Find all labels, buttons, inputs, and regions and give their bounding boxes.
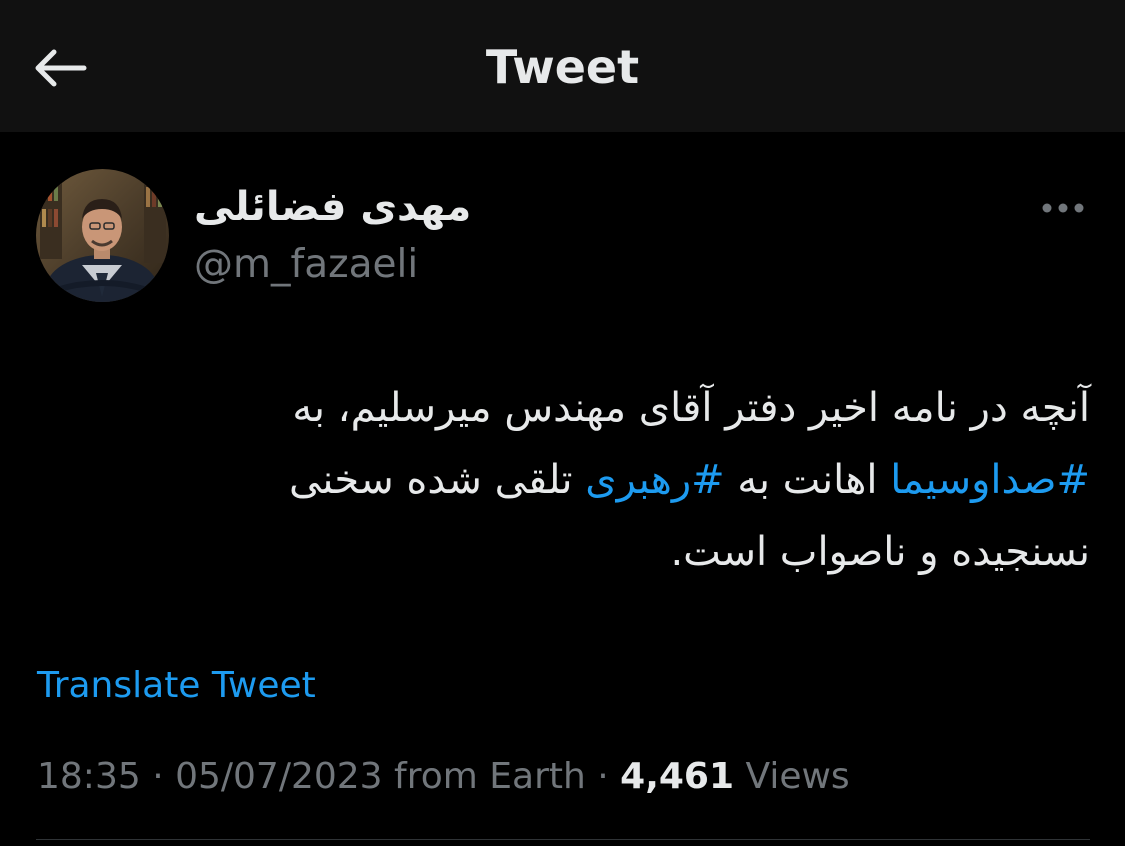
hashtag-link[interactable]: #صداوسیما bbox=[890, 457, 1090, 503]
divider bbox=[36, 839, 1090, 840]
page-title: Tweet bbox=[485, 40, 640, 94]
profile-photo bbox=[36, 169, 169, 302]
meta-separator: · bbox=[585, 756, 621, 797]
tweet-date[interactable]: 05/07/2023 bbox=[175, 756, 383, 797]
tweet-time[interactable]: 18:35 bbox=[37, 756, 141, 797]
hashtag-link[interactable]: #رهبری bbox=[585, 457, 724, 503]
views-count[interactable]: 4,461 bbox=[620, 756, 734, 797]
tweet-text-segment: اهانت به bbox=[724, 457, 891, 503]
more-options-button[interactable] bbox=[1036, 188, 1090, 228]
avatar[interactable] bbox=[36, 169, 169, 302]
meta-separator: · bbox=[140, 756, 176, 797]
more-horizontal-icon bbox=[1042, 203, 1084, 213]
translate-tweet-link[interactable]: Translate Tweet bbox=[37, 662, 316, 710]
tweet-text: آنچه در نامه اخیر دفتر آقای مهندس میرسلی… bbox=[150, 372, 1090, 588]
tweet-text-segment: آنچه در نامه اخیر دفتر آقای مهندس میرسلی… bbox=[292, 385, 1090, 431]
top-bar: Tweet bbox=[0, 0, 1125, 132]
tweet-source: from Earth bbox=[394, 756, 586, 797]
author-display-name[interactable]: مهدی فضائلی bbox=[194, 178, 471, 236]
author-handle[interactable]: @m_fazaeli bbox=[194, 240, 418, 290]
views-label: Views bbox=[745, 756, 850, 797]
tweet-metadata: 18:35 · 05/07/2023 from Earth · 4,461 Vi… bbox=[37, 752, 850, 802]
